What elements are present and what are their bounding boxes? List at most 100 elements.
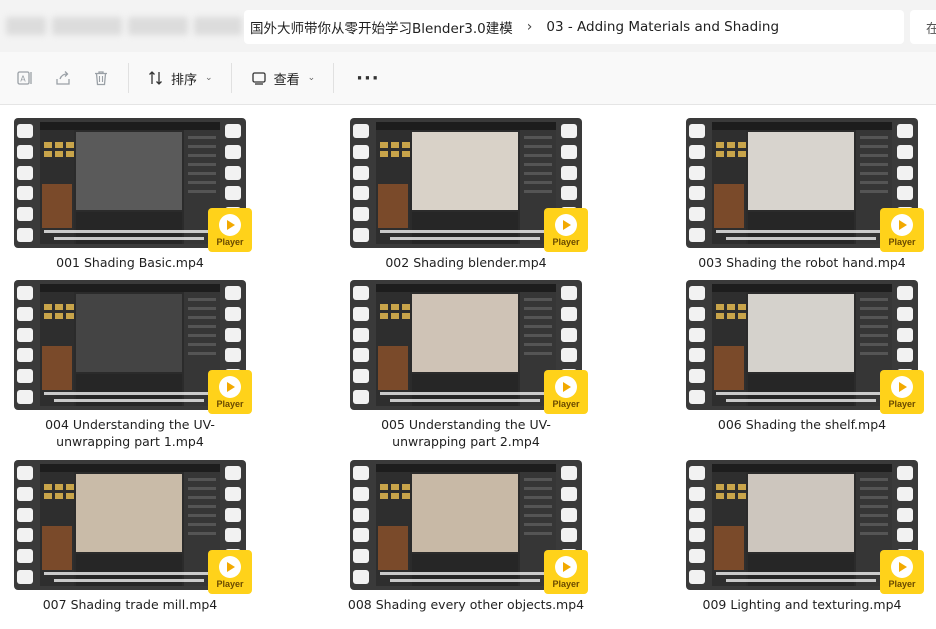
perforation-hole	[225, 528, 241, 543]
subtitle-line	[380, 572, 552, 575]
folder-icon	[66, 313, 74, 319]
player-badge: Player	[208, 208, 252, 252]
folder-icon	[738, 493, 746, 499]
subtitle-line	[726, 399, 876, 402]
file-item[interactable]: Player 004 Understanding the UV-unwrappi…	[0, 280, 260, 450]
player-badge: Player	[208, 370, 252, 414]
video-thumbnail[interactable]: Player	[686, 460, 924, 594]
file-name: 001 Shading Basic.mp4	[56, 255, 204, 270]
file-item[interactable]: Player 001 Shading Basic.mp4	[0, 118, 260, 271]
render-preview	[378, 346, 408, 390]
subtitle-line	[716, 392, 888, 395]
video-thumbnail[interactable]: Player	[350, 460, 588, 594]
trash-icon	[92, 69, 110, 87]
folder-icon	[66, 484, 74, 490]
perforation-hole	[897, 466, 913, 480]
film-perforations	[353, 466, 371, 584]
chevron-right-icon[interactable]: ›	[519, 19, 541, 35]
toolbar-divider	[333, 63, 335, 93]
play-icon	[555, 555, 577, 578]
folder-icon	[55, 493, 63, 499]
perforation-hole	[225, 348, 241, 363]
blurred-navigation	[0, 8, 246, 44]
play-icon	[555, 375, 577, 398]
subtitle-line	[716, 572, 888, 575]
perforation-hole	[353, 569, 369, 584]
perforation-hole	[225, 286, 241, 300]
subtitle-line	[390, 579, 540, 582]
perforation-hole	[353, 466, 369, 480]
share-button[interactable]	[44, 62, 82, 94]
folder-icon	[402, 304, 410, 310]
folder-icon	[727, 493, 735, 499]
perforation-hole	[17, 124, 33, 138]
breadcrumb-item[interactable]: 03 - Adding Materials and Shading	[540, 19, 785, 35]
view-button[interactable]: 查看 ⌄	[240, 62, 326, 94]
address-field[interactable]: 国外大师带你从零开始学习Blender3.0建模 › 03 - Adding M…	[244, 10, 904, 44]
sort-button[interactable]: 排序 ⌄	[137, 62, 223, 94]
perforation-hole	[225, 507, 241, 522]
player-badge-label: Player	[216, 236, 244, 247]
perforation-hole	[561, 466, 577, 480]
perforation-hole	[689, 507, 705, 522]
more-options-button[interactable]: ···	[342, 68, 394, 89]
perforation-hole	[353, 507, 369, 522]
file-item[interactable]: Player 007 Shading trade mill.mp4	[0, 460, 260, 613]
perforation-hole	[17, 207, 33, 222]
player-badge-label: Player	[552, 236, 580, 247]
perforation-hole	[897, 348, 913, 363]
app-topbar	[40, 464, 220, 472]
video-thumbnail[interactable]: Player	[14, 460, 252, 594]
video-thumbnail[interactable]: Player	[350, 280, 588, 414]
video-thumbnail[interactable]: Player	[686, 280, 924, 414]
video-thumbnail[interactable]: Player	[350, 118, 588, 252]
perforation-hole	[17, 348, 33, 363]
player-badge-label: Player	[888, 236, 916, 247]
file-item[interactable]: Player 005 Understanding the UV-unwrappi…	[336, 280, 596, 450]
video-frame-preview	[712, 284, 892, 406]
video-thumbnail[interactable]: Player	[14, 280, 252, 414]
perforation-hole	[561, 486, 577, 501]
delete-button[interactable]	[82, 62, 120, 94]
file-item[interactable]: Player 006 Shading the shelf.mp4	[672, 280, 932, 433]
view-icon	[250, 69, 268, 87]
file-item[interactable]: Player 008 Shading every other objects.m…	[336, 460, 596, 613]
subtitle-line	[44, 572, 216, 575]
folder-icon	[44, 142, 52, 148]
perforation-hole	[353, 207, 369, 222]
perforation-hole	[689, 389, 705, 404]
search-input[interactable]: 在	[910, 10, 936, 44]
perforation-hole	[17, 569, 33, 584]
breadcrumb-item[interactable]: 国外大师带你从零开始学习Blender3.0建模	[244, 17, 519, 37]
blurred-region	[6, 17, 46, 35]
perforation-hole	[225, 165, 241, 180]
3d-viewport	[412, 474, 518, 552]
file-item[interactable]: Player 009 Lighting and texturing.mp4	[672, 460, 932, 613]
3d-viewport	[76, 294, 182, 372]
render-preview	[714, 346, 744, 390]
subtitle-line	[54, 237, 204, 240]
perforation-hole	[561, 507, 577, 522]
folder-icons	[44, 142, 74, 157]
perforation-hole	[561, 528, 577, 543]
video-thumbnail[interactable]: Player	[686, 118, 924, 252]
folder-icon	[380, 493, 388, 499]
file-item[interactable]: Player 002 Shading blender.mp4	[336, 118, 596, 271]
folder-icon	[727, 484, 735, 490]
subtitle-line	[390, 237, 540, 240]
player-badge: Player	[208, 550, 252, 594]
perforation-hole	[689, 227, 705, 242]
chevron-down-icon: ⌄	[307, 73, 316, 83]
rename-button[interactable]: A	[6, 62, 44, 94]
render-preview	[378, 526, 408, 570]
perforation-hole	[17, 466, 33, 480]
folder-icon	[716, 493, 724, 499]
film-perforations	[689, 286, 707, 404]
file-item[interactable]: Player 003 Shading the robot hand.mp4	[672, 118, 932, 271]
folder-icons	[380, 304, 410, 319]
3d-viewport	[412, 132, 518, 210]
video-frame-preview	[376, 122, 556, 244]
app-topbar	[376, 122, 556, 130]
video-thumbnail[interactable]: Player	[14, 118, 252, 252]
perforation-hole	[353, 327, 369, 342]
